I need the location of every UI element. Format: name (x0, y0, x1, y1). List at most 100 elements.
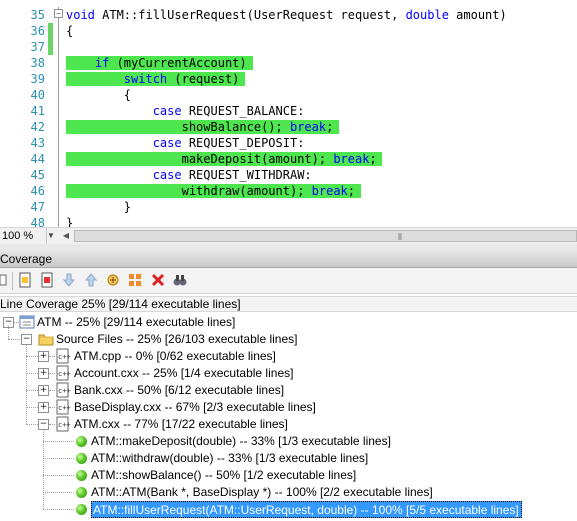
toolbar-separator (12, 272, 13, 290)
code-line[interactable]: case REQUEST_WITHDRAW: (66, 167, 312, 183)
code-keyword: if (94, 56, 110, 70)
tree-node-function[interactable]: ATM::ATM(Bank *, BaseDisplay *) -- 100% … (91, 484, 433, 501)
tree-connector (43, 475, 74, 476)
line-number: 46 (30, 184, 45, 198)
covered-status-icon (76, 453, 87, 464)
arrow-down-icon[interactable] (61, 272, 77, 288)
code-text: REQUEST_BALANCE: (181, 104, 305, 118)
code-keyword: break (289, 120, 327, 134)
scroll-left-icon[interactable]: ◀ (59, 229, 73, 243)
code-text: ; (326, 120, 334, 134)
code-text: (myCurrentAccount) (109, 56, 247, 70)
code-text: amount) (448, 8, 507, 22)
tree-node-source-files[interactable]: Source Files -- 25% [26/103 executable l… (56, 331, 297, 348)
partial-icon[interactable] (0, 272, 8, 288)
covered-status-icon (76, 504, 87, 515)
tree-node-file[interactable]: Bank.cxx -- 50% [6/12 executable lines] (74, 382, 284, 399)
tree-connector (8, 339, 20, 340)
line-number: 48 (30, 216, 45, 227)
code-text: REQUEST_WITHDRAW: (181, 168, 312, 182)
code-line[interactable]: showBalance(); break; (66, 119, 334, 135)
line-number-gutter: 35 36 37 38 39 40 41 42 43 44 45 46 47 48 (0, 0, 63, 227)
zoom-level[interactable]: 100 % (0, 228, 47, 244)
code-editor[interactable]: 35 36 37 38 39 40 41 42 43 44 45 46 47 48 − void ATM:… (0, 0, 577, 227)
line-number: 38 (30, 56, 45, 70)
cpp-file-icon: c++ (56, 348, 71, 364)
tree-node-function[interactable]: ATM::showBalance() -- 50% [1/2 executabl… (91, 467, 356, 484)
tree-node-function-selected[interactable]: ATM::fillUserRequest(ATM::UserRequest, d… (91, 501, 522, 518)
editor-horizontal-scrollbar[interactable]: 100 % ▼ ◀ ⦀ (0, 227, 577, 244)
tree-node-file[interactable]: ATM.cpp -- 0% [0/62 executable lines] (74, 348, 276, 365)
code-text: ATM::fillUserRequest(UserRequest request… (94, 8, 406, 22)
scroll-grip-icon: ⦀ (398, 232, 402, 242)
code-text: ; (369, 152, 377, 166)
code-line[interactable]: void ATM::fillUserRequest(UserRequest re… (66, 7, 507, 23)
code-line[interactable]: withdraw(amount); break; (66, 183, 355, 199)
cpp-file-icon: c++ (56, 399, 71, 415)
line-number: 42 (30, 120, 45, 134)
coverage-tree[interactable]: − ATM -- 25% [29/114 executable lines] − So… (0, 312, 577, 521)
code-text: makeDeposit(amount); (66, 152, 334, 166)
tree-node-root[interactable]: ATM -- 25% [29/114 executable lines] (37, 314, 235, 331)
line-number: 44 (30, 152, 45, 166)
code-text: withdraw(amount); (66, 184, 312, 198)
tree-connector (43, 458, 74, 459)
expand-file-icon[interactable]: + (38, 402, 49, 413)
code-line[interactable]: if (myCurrentAccount) (66, 55, 247, 71)
tree-connector (8, 326, 9, 339)
change-marker (48, 39, 53, 55)
document-yellow-icon[interactable] (17, 272, 33, 288)
delete-results-icon[interactable] (150, 272, 166, 288)
svg-text:c++: c++ (58, 353, 71, 361)
document-red-icon[interactable] (39, 272, 55, 288)
find-icon[interactable] (172, 272, 188, 288)
cpp-file-icon: c++ (56, 382, 71, 398)
line-number: 37 (30, 40, 45, 54)
coverage-panel-header: Coverage (0, 250, 577, 268)
code-keyword: double (405, 8, 449, 22)
coverage-panel-title: Coverage (0, 252, 53, 266)
svg-text:c++: c++ (58, 387, 71, 395)
tree-node-file[interactable]: ATM.cxx -- 77% [17/22 executable lines] (74, 416, 288, 433)
tree-node-file[interactable]: BaseDisplay.cxx -- 67% [2/3 executable l… (74, 399, 316, 416)
tree-node-function[interactable]: ATM::withdraw(double) -- 33% [1/3 execut… (91, 450, 368, 467)
line-number: 39 (30, 72, 45, 86)
code-keyword: case (152, 104, 182, 118)
expand-file-icon[interactable]: + (38, 351, 49, 362)
code-line[interactable]: { (66, 23, 73, 39)
code-line[interactable]: { (66, 87, 131, 103)
tree-node-file[interactable]: Account.cxx -- 25% [1/4 executable lines… (74, 365, 293, 382)
code-keyword: case (152, 136, 182, 150)
code-text: { (66, 88, 132, 102)
zoom-dropdown-icon[interactable]: ▼ (47, 231, 55, 240)
code-line[interactable]: case REQUEST_DEPOSIT: (66, 135, 305, 151)
tree-node-function[interactable]: ATM::makeDeposit(double) -- 33% [1/3 exe… (91, 433, 391, 450)
expand-file-icon[interactable]: + (38, 368, 49, 379)
code-line[interactable]: switch (request) (66, 71, 240, 87)
code-text: showBalance(); (66, 120, 290, 134)
cpp-file-icon: c++ (56, 416, 71, 432)
code-text: REQUEST_DEPOSIT: (181, 136, 305, 150)
code-text: { (66, 24, 74, 38)
code-line[interactable]: } (66, 215, 73, 227)
code-keyword: void (66, 8, 95, 22)
arrow-up-icon[interactable] (83, 272, 99, 288)
code-line[interactable]: makeDeposit(amount); break; (66, 151, 377, 167)
line-number: 47 (30, 200, 45, 214)
expand-file-icon[interactable]: + (38, 385, 49, 396)
merge-results-icon[interactable] (127, 272, 143, 288)
highlight-toggle-icon[interactable] (105, 272, 121, 288)
collapse-icon[interactable]: − (54, 9, 63, 18)
scroll-thumb[interactable]: ⦀ (74, 230, 577, 242)
code-line[interactable]: } (66, 199, 131, 215)
svg-text:c++: c++ (58, 370, 71, 378)
code-keyword: break (311, 184, 348, 198)
tree-connector (43, 509, 74, 510)
change-marker (48, 23, 53, 39)
line-number: 35 (30, 8, 45, 22)
cpp-file-icon: c++ (56, 365, 71, 381)
code-line[interactable]: case REQUEST_BALANCE: (66, 103, 305, 119)
